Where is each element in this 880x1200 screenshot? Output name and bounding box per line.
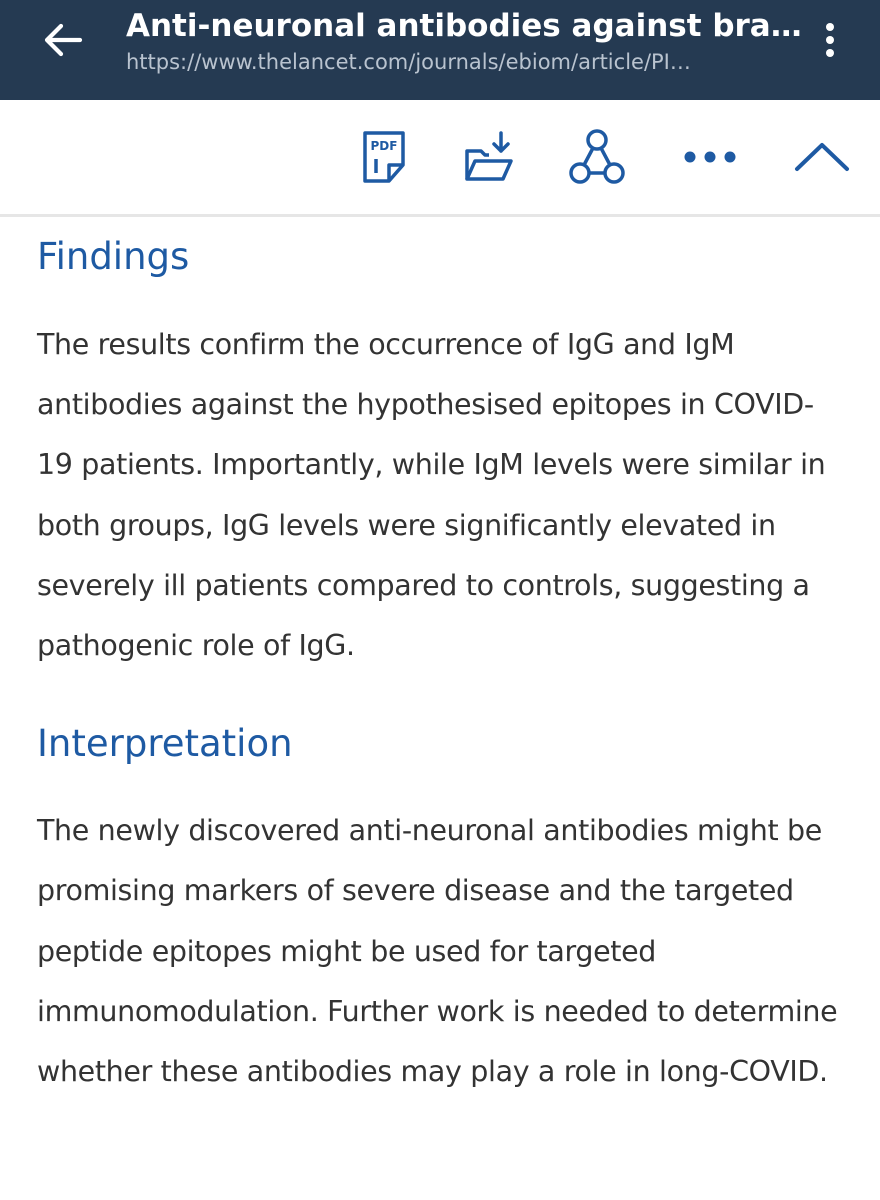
share-button[interactable] [565, 125, 629, 189]
dot [826, 23, 834, 31]
article-content: Findings The results confirm the occurre… [37, 220, 847, 1102]
dot [826, 36, 834, 44]
app-bar: Anti-neuronal antibodies against brains…… [0, 0, 880, 100]
findings-heading: Findings [37, 235, 190, 278]
overflow-menu-button[interactable] [812, 18, 848, 62]
more-options-button[interactable] [678, 125, 742, 189]
share-icon [569, 129, 625, 184]
page-url: https://www.thelancet.com/journals/ebiom… [126, 50, 691, 74]
interpretation-heading: Interpretation [37, 722, 293, 766]
save-to-folder-button[interactable] [455, 125, 519, 189]
findings-text: The results confirm the occurrence of Ig… [37, 328, 826, 663]
pdf-icon-label: PDF [371, 139, 398, 153]
download-folder-icon [465, 131, 513, 181]
pdf-button[interactable]: PDF [352, 125, 416, 189]
chevron-up-icon [795, 143, 849, 171]
collapse-toolbar-button[interactable] [790, 125, 854, 189]
findings-section: Findings The results confirm the occurre… [37, 222, 847, 676]
title-block: Anti-neuronal antibodies against brains…… [126, 6, 806, 76]
interpretation-text: The newly discovered anti-neuronal antib… [37, 814, 838, 1089]
back-button[interactable] [36, 18, 88, 62]
article-toolbar: PDF [0, 100, 880, 217]
more-horizontal-icon [684, 151, 736, 163]
pdf-icon: PDF [363, 131, 405, 183]
interpretation-section: Interpretation The newly discovered anti… [37, 709, 847, 1102]
arrow-left-icon [44, 23, 83, 57]
dot [826, 49, 834, 57]
page-title: Anti-neuronal antibodies against brains… [126, 8, 806, 44]
